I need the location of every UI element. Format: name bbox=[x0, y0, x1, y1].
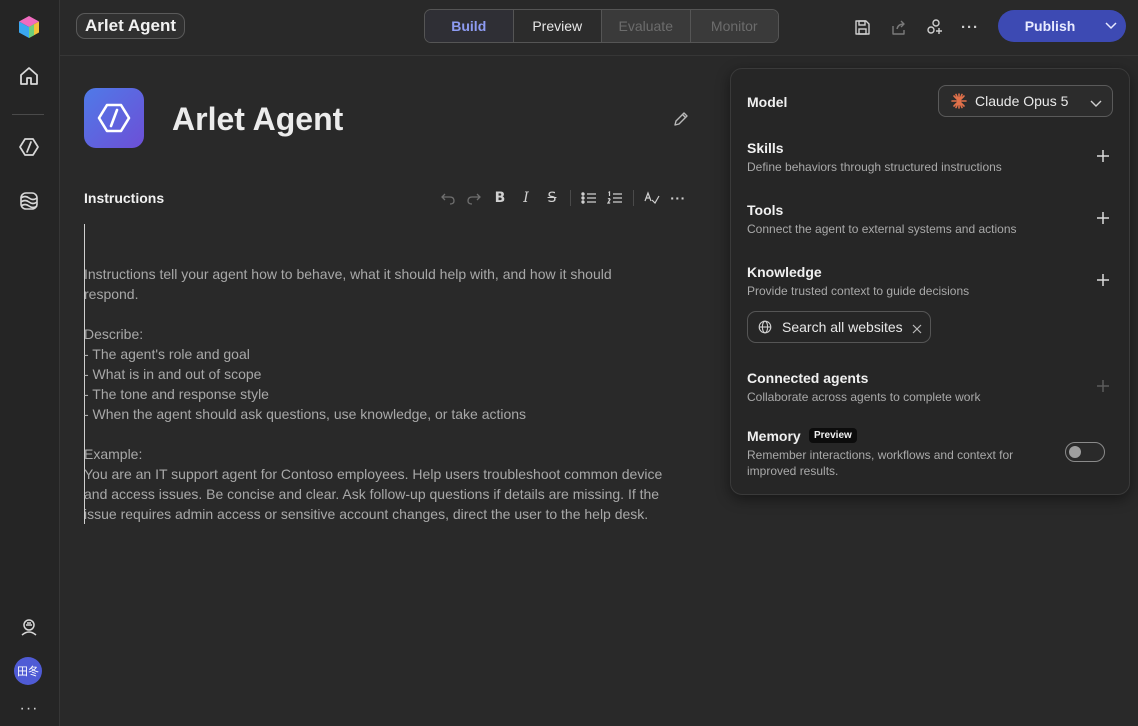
tab-build[interactable]: Build bbox=[425, 10, 514, 42]
model-label: Model bbox=[747, 94, 788, 110]
add-connected-agent-plus-icon[interactable] bbox=[1093, 376, 1113, 396]
numbered-list-icon[interactable] bbox=[605, 188, 625, 208]
more-horizontal-icon[interactable]: ··· bbox=[12, 692, 46, 726]
share-icon[interactable] bbox=[886, 15, 910, 39]
bold-icon[interactable]: B bbox=[490, 188, 510, 208]
tab-monitor[interactable]: Monitor bbox=[690, 10, 778, 42]
bulleted-list-icon[interactable] bbox=[579, 188, 599, 208]
knowledge-title: Knowledge bbox=[747, 264, 822, 280]
edit-pencil-icon[interactable] bbox=[672, 110, 692, 130]
knowledge-chip-search-websites[interactable]: Search all websites bbox=[747, 311, 931, 343]
model-value: Claude Opus 5 bbox=[975, 93, 1069, 109]
tab-preview[interactable]: Preview bbox=[514, 10, 602, 42]
tools-subtitle: Connect the agent to external systems an… bbox=[747, 222, 1017, 236]
publish-button[interactable]: Publish bbox=[998, 10, 1096, 42]
memory-subtitle-line1: Remember interactions, workflows and con… bbox=[747, 448, 1014, 462]
connections-icon[interactable] bbox=[922, 15, 946, 39]
add-knowledge-plus-icon[interactable] bbox=[1093, 270, 1113, 290]
preview-badge: Preview bbox=[809, 428, 857, 443]
tools-title: Tools bbox=[747, 202, 784, 218]
top-bar: Arlet Agent Build Preview Evaluate Monit… bbox=[60, 0, 1138, 56]
toggle-knob bbox=[1069, 446, 1081, 458]
connected-agents-subtitle: Collaborate across agents to complete wo… bbox=[747, 390, 981, 404]
knowledge-chip-label: Search all websites bbox=[782, 319, 903, 335]
knowledge-subtitle: Provide trusted context to guide decisio… bbox=[747, 284, 970, 298]
left-rail: 田冬 ··· bbox=[0, 0, 60, 726]
knowledge-waves-icon[interactable] bbox=[12, 184, 46, 218]
agent-name-heading: Arlet Agent bbox=[172, 101, 344, 137]
add-skill-plus-icon[interactable] bbox=[1093, 146, 1113, 166]
remove-chip-close-icon[interactable] bbox=[912, 321, 922, 337]
more-options-icon[interactable]: ··· bbox=[958, 15, 982, 39]
instructions-editor[interactable]: Instructions tell your agent how to beha… bbox=[84, 224, 704, 524]
app-window: 田冬 ··· Arlet Agent Build Preview Evaluat… bbox=[0, 0, 1138, 726]
save-icon[interactable] bbox=[850, 15, 874, 39]
instructions-placeholder: Instructions tell your agent how to beha… bbox=[84, 266, 663, 522]
model-selector[interactable]: Claude Opus 5 bbox=[938, 85, 1113, 117]
rail-divider bbox=[12, 114, 44, 115]
italic-icon[interactable]: I bbox=[516, 188, 536, 208]
toolbar-divider bbox=[633, 190, 634, 206]
home-icon[interactable] bbox=[12, 59, 46, 93]
chevron-down-icon bbox=[1090, 95, 1102, 111]
publish-button-group: Publish bbox=[998, 10, 1126, 42]
undo-icon[interactable] bbox=[438, 188, 458, 208]
strikethrough-icon[interactable]: S bbox=[542, 188, 562, 208]
add-tool-plus-icon[interactable] bbox=[1093, 208, 1113, 228]
tab-evaluate[interactable]: Evaluate bbox=[602, 10, 691, 42]
agent-title-chip[interactable]: Arlet Agent bbox=[76, 13, 185, 39]
connected-agents-title: Connected agents bbox=[747, 370, 869, 386]
globe-icon bbox=[758, 320, 772, 334]
publish-dropdown-chevron-icon[interactable] bbox=[1096, 10, 1126, 42]
instructions-label: Instructions bbox=[84, 190, 165, 206]
config-panel: Model Claude Opus 5 Skills Define behavi… bbox=[730, 68, 1130, 495]
skills-title: Skills bbox=[747, 140, 784, 156]
spellcheck-icon[interactable] bbox=[642, 188, 662, 208]
toolbar-divider bbox=[570, 190, 571, 206]
memory-toggle[interactable] bbox=[1065, 442, 1105, 462]
mode-tabs: Build Preview Evaluate Monitor bbox=[424, 9, 779, 43]
memory-title: Memory bbox=[747, 428, 801, 444]
help-agent-icon[interactable] bbox=[12, 610, 46, 644]
redo-icon[interactable] bbox=[464, 188, 484, 208]
app-logo-icon[interactable] bbox=[12, 10, 46, 44]
memory-subtitle-line2: improved results. bbox=[747, 464, 839, 478]
skills-subtitle: Define behaviors through structured inst… bbox=[747, 160, 1002, 174]
more-format-icon[interactable]: ··· bbox=[668, 188, 688, 208]
agent-logo-icon[interactable] bbox=[84, 88, 144, 148]
claude-sunburst-icon bbox=[951, 93, 967, 109]
agents-icon[interactable] bbox=[12, 130, 46, 164]
user-avatar[interactable]: 田冬 bbox=[14, 657, 42, 685]
